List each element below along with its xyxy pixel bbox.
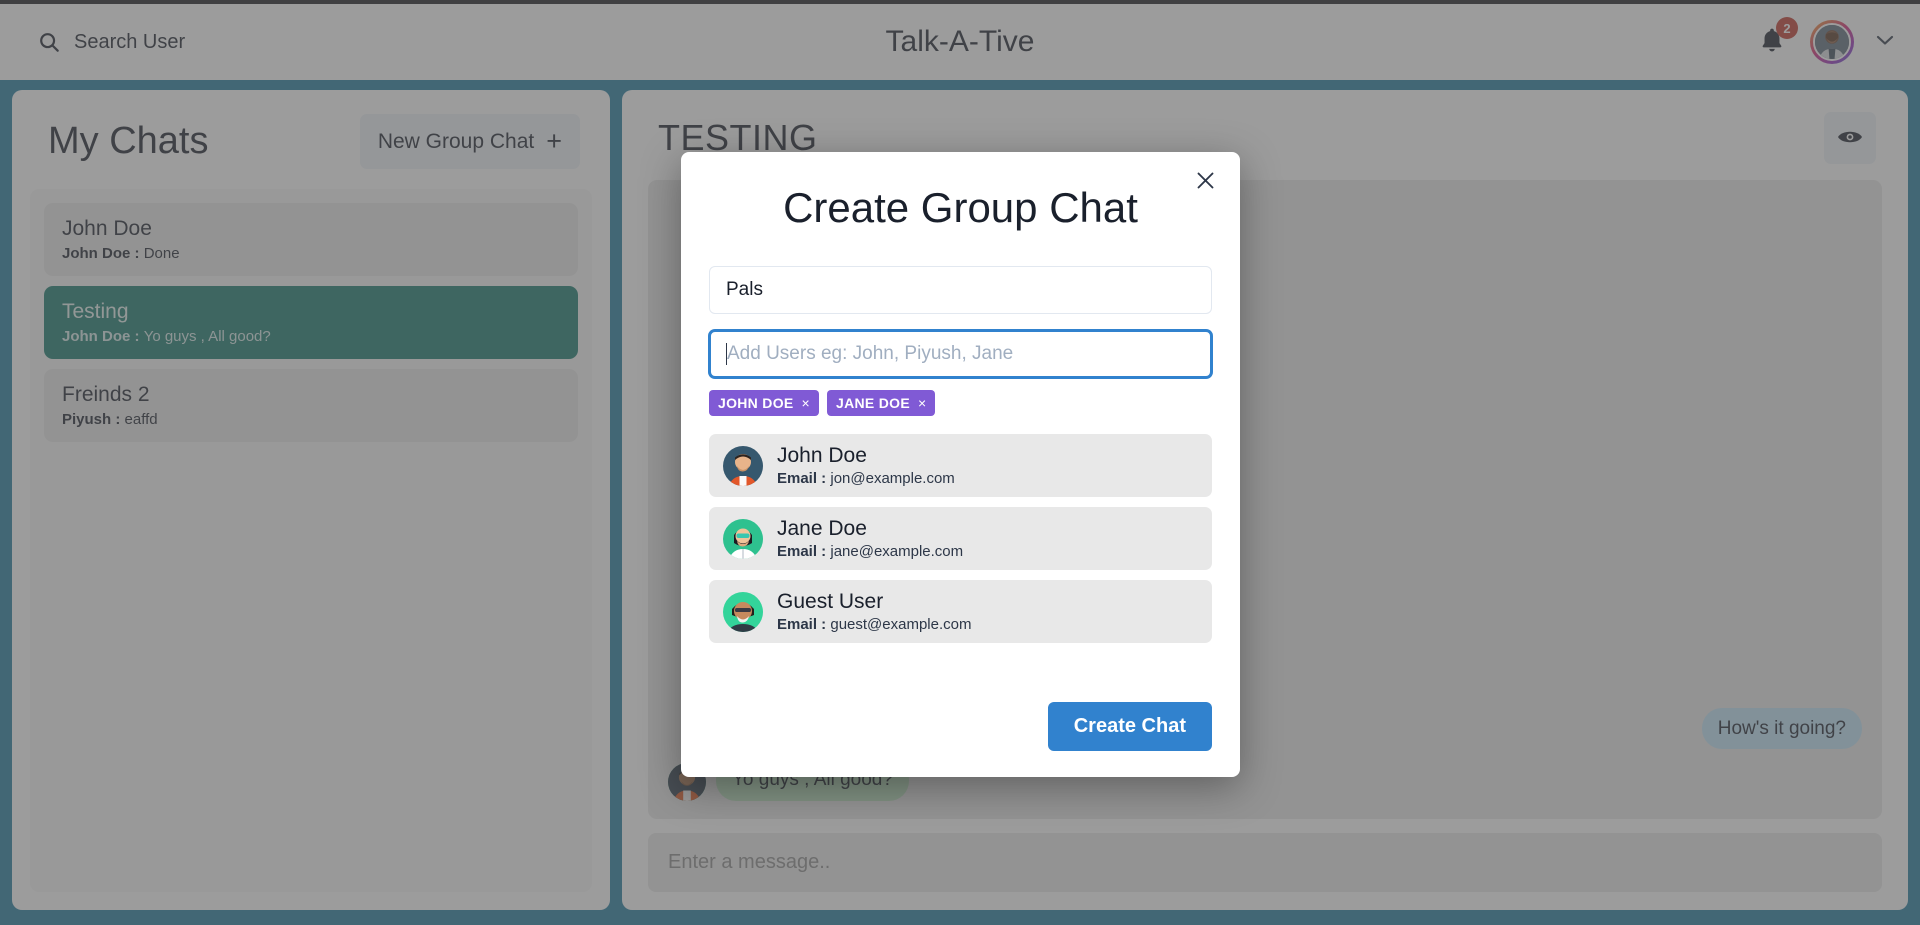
field-spacer — [709, 314, 1212, 330]
add-users-field-wrap — [709, 330, 1212, 378]
text-caret — [726, 343, 727, 365]
user-avatar — [723, 445, 763, 486]
selected-user-tag-john-doe[interactable]: JOHN DOE × — [709, 390, 820, 416]
email-label: Email : — [777, 616, 827, 634]
close-icon — [1196, 169, 1215, 197]
user-name: Jane Doe — [777, 517, 867, 541]
user-result-jane-doe[interactable]: Jane Doe Email : jane@example.com — [709, 507, 1212, 571]
modal-body: JOHN DOE × JANE DOE × — [709, 232, 1212, 644]
email-label: Email : — [777, 543, 827, 561]
selected-user-tag-jane-doe[interactable]: JANE DOE × — [827, 390, 936, 416]
add-users-input[interactable] — [709, 330, 1212, 378]
user-search-results: John Doe Email : jon@example.com Jane Do… — [709, 434, 1212, 644]
remove-tag-icon[interactable]: × — [802, 396, 810, 410]
user-avatar — [723, 591, 763, 632]
remove-tag-icon[interactable]: × — [918, 396, 926, 410]
user-email: Email : guest@example.com — [777, 616, 971, 633]
tag-label: JANE DOE — [836, 395, 910, 411]
user-email: Email : jane@example.com — [777, 543, 963, 560]
user-result-john-doe[interactable]: John Doe Email : jon@example.com — [709, 434, 1212, 498]
tag-label: JOHN DOE — [718, 395, 794, 411]
create-group-chat-modal: Create Group Chat JOHN DOE × JANE DOE × — [681, 152, 1240, 777]
email-value: guest@example.com — [830, 616, 972, 634]
chat-name-input[interactable] — [709, 266, 1212, 314]
user-result-guest-user[interactable]: Guest User Email : guest@example.com — [709, 580, 1212, 644]
user-result-text: Guest User Email : guest@example.com — [777, 590, 971, 633]
email-value: jon@example.com — [830, 470, 955, 488]
email-value: jane@example.com — [830, 543, 964, 561]
user-avatar — [723, 518, 763, 559]
email-label: Email : — [777, 470, 827, 488]
modal-footer: Create Chat — [709, 702, 1212, 777]
modal-title: Create Group Chat — [783, 184, 1138, 231]
user-result-text: John Doe Email : jon@example.com — [777, 444, 955, 487]
user-name: Guest User — [777, 590, 884, 614]
create-chat-button[interactable]: Create Chat — [1047, 702, 1212, 751]
close-modal-button[interactable] — [1188, 166, 1222, 200]
selected-users-tags: JOHN DOE × JANE DOE × — [709, 390, 1212, 416]
user-email: Email : jon@example.com — [777, 470, 955, 487]
user-name: John Doe — [777, 444, 867, 467]
user-result-text: Jane Doe Email : jane@example.com — [777, 517, 963, 560]
